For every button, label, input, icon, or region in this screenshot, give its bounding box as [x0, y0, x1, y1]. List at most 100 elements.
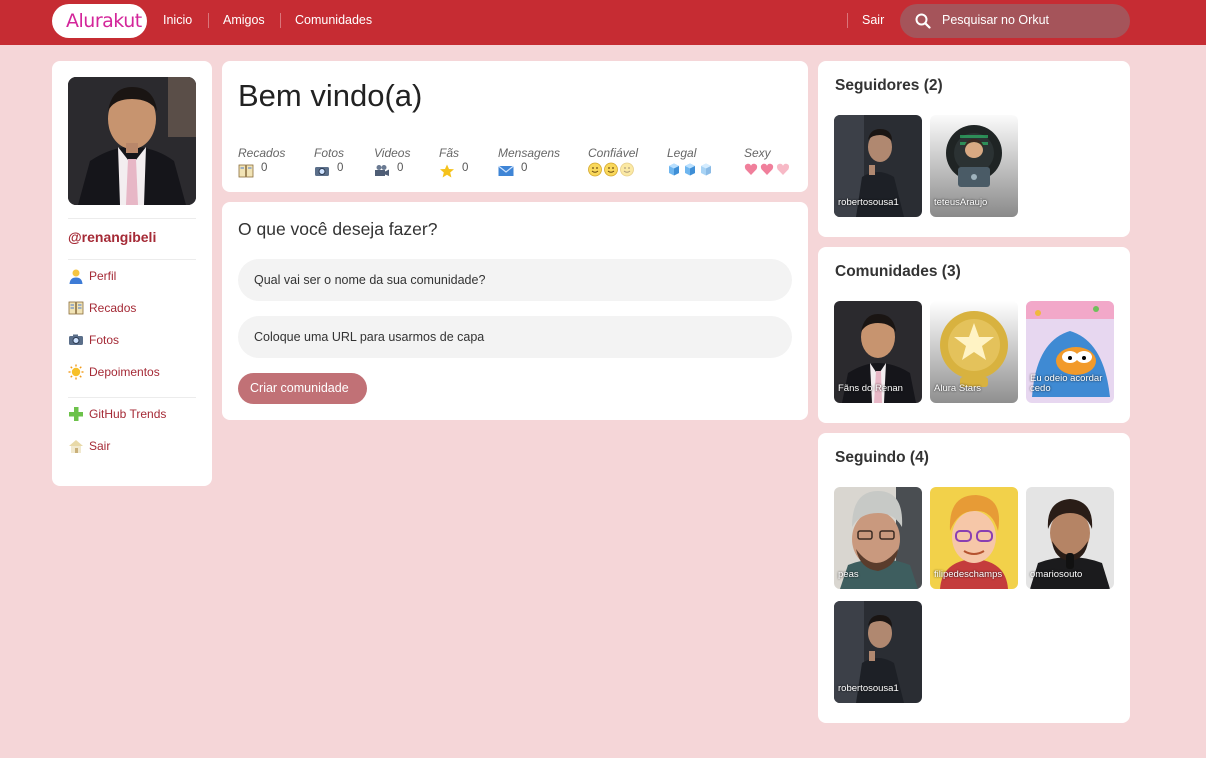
stat-fas: Fãs 0: [439, 146, 468, 178]
logo-text: Alurakut: [66, 10, 142, 32]
following-title: Seguindo (4): [835, 449, 929, 466]
plus-icon: [69, 407, 83, 421]
profile-sidebar: @renangibeli Perfil Recados Fotos Depoim…: [52, 61, 212, 486]
following-tile[interactable]: omariosouto: [1026, 487, 1114, 589]
nav-divider: [208, 13, 209, 28]
stat-confiavel: Confiável: [588, 146, 639, 177]
stat-label: Mensagens: [498, 146, 561, 160]
sidebar-item-github-trends[interactable]: GitHub Trends: [68, 405, 196, 423]
stat-value: 0: [462, 162, 469, 174]
ice-cube-icon: [669, 163, 711, 176]
followers-title: Seguidores (2): [835, 77, 943, 94]
nav-comunidades[interactable]: Comunidades: [295, 13, 372, 27]
nav-inicio[interactable]: Inicio: [163, 13, 192, 27]
envelope-icon: [498, 165, 514, 176]
sidebar-item-perfil[interactable]: Perfil: [68, 267, 196, 285]
search-placeholder: Pesquisar no Orkut: [942, 13, 1049, 27]
nav-divider: [847, 13, 848, 28]
sidebar-item-label: Depoimentos: [89, 365, 160, 379]
tile-name: omariosouto: [1030, 569, 1083, 580]
cover-url-input[interactable]: Coloque uma URL para usarmos de capa: [238, 316, 792, 358]
stat-videos: Videos 0: [374, 146, 411, 176]
communities-box: Comunidades (3) Fãns do Renan Alura Star…: [818, 247, 1130, 423]
sidebar-item-depoimentos[interactable]: Depoimentos: [68, 363, 196, 381]
stat-fotos: Fotos 0: [314, 146, 345, 176]
following-tile[interactable]: robertosousa1: [834, 601, 922, 703]
tile-name: Alura Stars: [934, 383, 981, 394]
nav-divider: [280, 13, 281, 28]
divider: [68, 259, 196, 260]
cover-url-placeholder: Coloque uma URL para usarmos de capa: [254, 330, 485, 344]
stat-label: Confiável: [588, 146, 639, 160]
stat-value: 0: [397, 162, 404, 174]
tile-name: teteusAraujo: [934, 197, 988, 208]
video-camera-icon: [375, 164, 389, 176]
sidebar-item-label: Sair: [89, 439, 111, 453]
following-tile[interactable]: peas: [834, 487, 922, 589]
community-tile[interactable]: Alura Stars: [930, 301, 1018, 403]
logout-link[interactable]: Sair: [862, 13, 884, 27]
follower-tile[interactable]: teteusAraujo: [930, 115, 1018, 217]
profile-username-link[interactable]: @renangibeli: [68, 229, 156, 245]
community-name-input[interactable]: Qual vai ser o nome da sua comunidade?: [238, 259, 792, 301]
sidebar-item-label: Perfil: [89, 269, 117, 283]
community-tile[interactable]: Eu odeio acordar cedo: [1026, 301, 1114, 403]
stat-label: Sexy: [744, 146, 771, 160]
sidebar-item-recados[interactable]: Recados: [68, 299, 196, 317]
stat-value: 0: [261, 162, 268, 174]
tile-name: robertosousa1: [838, 683, 899, 694]
tile-name: Eu odeio acordar cedo: [1030, 373, 1103, 394]
following-tile[interactable]: filipedeschamps: [930, 487, 1018, 589]
sidebar-item-fotos[interactable]: Fotos: [68, 331, 196, 349]
button-label: Criar comunidade: [250, 381, 349, 395]
stat-label: Fãs: [439, 146, 460, 160]
stat-label: Recados: [238, 146, 286, 160]
smiley-icon: [588, 162, 634, 177]
sidebar-item-label: Recados: [89, 301, 137, 315]
form-title: O que você deseja fazer?: [238, 219, 438, 239]
stat-label: Fotos: [314, 146, 345, 160]
tile-name: Fãns do Renan: [838, 383, 903, 394]
search-icon: [915, 13, 931, 29]
book-icon: [68, 301, 84, 315]
create-community-button[interactable]: Criar comunidade: [238, 373, 367, 404]
sidebar-item-sair[interactable]: Sair: [68, 437, 196, 455]
profile-avatar[interactable]: [68, 77, 196, 205]
star-icon: [440, 164, 454, 178]
home-icon: [69, 440, 83, 453]
follower-tile[interactable]: robertosousa1: [834, 115, 922, 217]
top-navbar: Alurakut Inicio Amigos Comunidades Sair …: [0, 0, 1206, 45]
community-name-placeholder: Qual vai ser o nome da sua comunidade?: [254, 273, 486, 287]
heart-icon: [744, 163, 790, 175]
stat-mensagens: Mensagens 0: [498, 146, 561, 176]
tile-name: robertosousa1: [838, 197, 899, 208]
camera-icon: [315, 166, 329, 176]
alurakut-logo[interactable]: Alurakut: [52, 4, 147, 38]
divider: [68, 218, 196, 219]
tile-name: filipedeschamps: [934, 569, 1003, 580]
stat-value: 0: [521, 162, 528, 174]
communities-title: Comunidades (3): [835, 263, 961, 280]
tile-name: peas: [838, 569, 859, 580]
stat-label: Legal: [667, 146, 697, 160]
user-icon: [69, 269, 83, 284]
sidebar-item-label: Fotos: [89, 333, 120, 347]
stat-legal: Legal: [667, 146, 711, 176]
divider: [68, 397, 196, 398]
followers-box: Seguidores (2) robertosousa1 teteusArauj…: [818, 61, 1130, 237]
welcome-title: Bem vindo(a): [238, 78, 423, 113]
book-icon: [238, 164, 254, 178]
following-box: Seguindo (4) peas filipedeschamps omario…: [818, 433, 1130, 723]
stat-sexy: Sexy: [744, 146, 790, 175]
sidebar-item-label: GitHub Trends: [89, 407, 167, 421]
stat-label: Videos: [374, 146, 411, 160]
sun-icon: [68, 364, 84, 380]
search-input[interactable]: Pesquisar no Orkut: [900, 4, 1130, 38]
create-community-card: O que você deseja fazer? Qual vai ser o …: [222, 202, 808, 420]
stat-recados: Recados 0: [238, 146, 286, 178]
community-tile[interactable]: Fãns do Renan: [834, 301, 922, 403]
nav-amigos[interactable]: Amigos: [223, 13, 265, 27]
stat-value: 0: [337, 162, 344, 174]
camera-icon: [69, 334, 83, 345]
welcome-card: Bem vindo(a) Recados 0 Fotos 0 Videos 0 …: [222, 61, 808, 192]
